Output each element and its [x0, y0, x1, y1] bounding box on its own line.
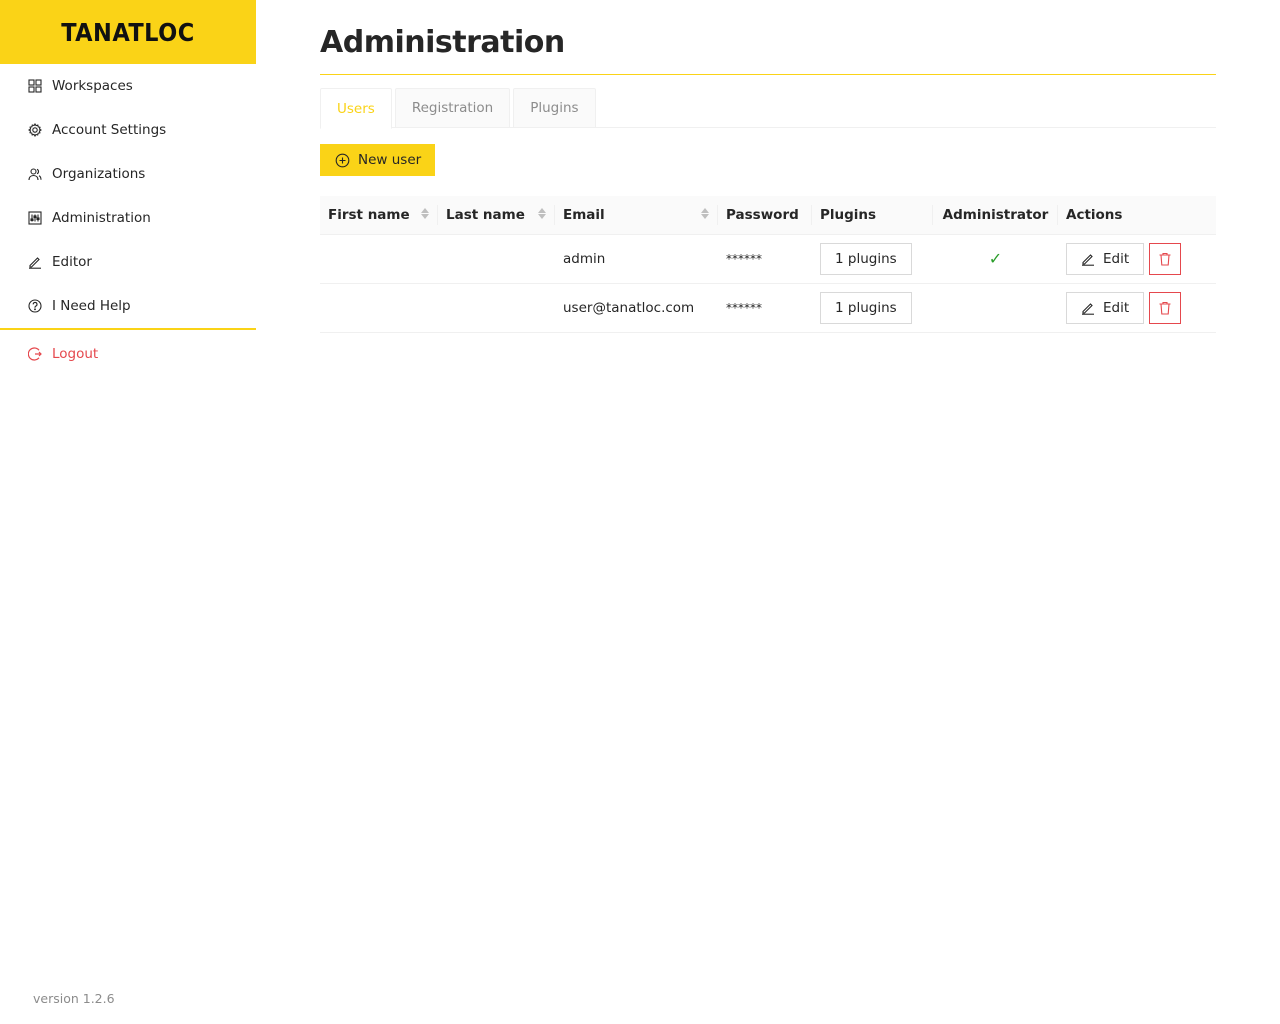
column-header-first-name[interactable]: First name: [320, 196, 438, 235]
sidebar-item-editor[interactable]: Editor: [0, 240, 256, 284]
table-row: admin ****** 1 plugins ✓ Edit: [320, 234, 1216, 283]
edit-button[interactable]: Edit: [1066, 242, 1145, 275]
password-cell: ******: [726, 251, 762, 266]
tab-registration[interactable]: Registration: [394, 88, 511, 128]
sort-icon: [538, 208, 546, 219]
sidebar-item-label: Organizations: [52, 166, 146, 182]
sort-icon: [701, 208, 709, 219]
actions-cell: Edit: [1058, 234, 1216, 283]
plus-circle-icon: [335, 153, 350, 167]
plugins-cell: 1 plugins: [812, 234, 933, 283]
page-title: Administration: [320, 25, 565, 60]
grid-icon: [28, 79, 42, 93]
delete-button[interactable]: [1149, 242, 1182, 275]
pencil-icon: [1082, 253, 1094, 266]
tab-bar: Users Registration Plugins: [320, 88, 1216, 129]
plugins-cell: 1 plugins: [812, 283, 933, 332]
administrator-cell: [933, 283, 1058, 332]
administrator-cell: ✓: [933, 234, 1058, 283]
sidebar-nav: Workspaces Account Settings Organization…: [0, 64, 256, 328]
sidebar: TANATLOC Workspaces Account Settings Org…: [0, 0, 256, 1024]
pencil-icon: [28, 255, 42, 269]
column-header-plugins: Plugins: [812, 196, 933, 235]
logout-icon: [28, 347, 42, 361]
sidebar-item-workspaces[interactable]: Workspaces: [0, 64, 256, 108]
sidebar-item-label: Administration: [52, 210, 151, 226]
sidebar-item-label: Account Settings: [52, 122, 167, 138]
trash-icon: [1159, 252, 1171, 266]
trash-icon: [1159, 301, 1171, 315]
table-row: user@tanatloc.com ****** 1 plugins Edit: [320, 283, 1216, 332]
logout-label: Logout: [52, 346, 99, 362]
title-divider: [320, 74, 1216, 75]
check-icon: ✓: [988, 249, 1003, 268]
first-name-cell: [320, 234, 438, 283]
new-user-label: New user: [358, 152, 422, 168]
sidebar-item-organizations[interactable]: Organizations: [0, 152, 256, 196]
sidebar-item-administration[interactable]: Administration: [0, 196, 256, 240]
sort-icon: [421, 208, 429, 219]
version-label: version 1.2.6: [33, 991, 115, 1006]
password-cell: ******: [726, 300, 762, 315]
tab-users[interactable]: Users: [320, 88, 392, 129]
users-icon: [28, 167, 42, 181]
delete-button[interactable]: [1149, 291, 1182, 324]
last-name-cell: [438, 283, 555, 332]
tab-plugins[interactable]: Plugins: [513, 88, 596, 128]
logo-bar[interactable]: TANATLOC: [0, 0, 256, 64]
sidebar-item-account-settings[interactable]: Account Settings: [0, 108, 256, 152]
users-table: First name Last name Email Password Plug…: [320, 196, 1216, 333]
sidebar-item-label: Editor: [52, 254, 92, 270]
logo: TANATLOC: [61, 17, 195, 47]
column-header-email[interactable]: Email: [555, 196, 718, 235]
column-header-actions: Actions: [1058, 196, 1216, 235]
email-cell: admin: [563, 250, 606, 267]
sliders-icon: [28, 211, 42, 225]
email-cell: user@tanatloc.com: [563, 299, 695, 316]
sidebar-item-help[interactable]: I Need Help: [0, 284, 256, 328]
column-header-password: Password: [718, 196, 812, 235]
edit-button[interactable]: Edit: [1066, 291, 1145, 324]
sidebar-item-label: Workspaces: [52, 78, 133, 94]
table-header-row: First name Last name Email Password Plug…: [320, 196, 1216, 235]
sidebar-item-label: I Need Help: [52, 298, 131, 314]
pencil-icon: [1082, 302, 1094, 315]
column-header-last-name[interactable]: Last name: [438, 196, 555, 235]
actions-cell: Edit: [1058, 283, 1216, 332]
plugins-button[interactable]: 1 plugins: [820, 291, 912, 324]
gear-icon: [28, 123, 42, 137]
column-header-administrator: Administrator: [933, 196, 1058, 235]
last-name-cell: [438, 234, 555, 283]
help-icon: [28, 299, 42, 313]
first-name-cell: [320, 283, 438, 332]
new-user-button[interactable]: New user: [320, 144, 435, 176]
plugins-button[interactable]: 1 plugins: [820, 242, 912, 275]
logout-button[interactable]: Logout: [0, 330, 256, 378]
